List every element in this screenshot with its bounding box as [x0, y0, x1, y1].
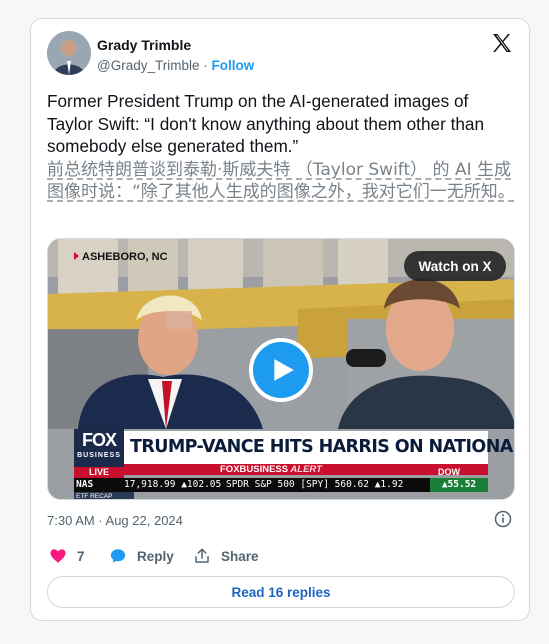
share-label: Share: [221, 548, 259, 564]
alert-word: ALERT: [290, 464, 322, 475]
tweet-card: Grady Trimble @Grady_Trimble · Follow Fo…: [30, 18, 530, 621]
spdr-values: SPDR S&P 500 [SPY] 560.62 ▲1.92: [226, 479, 404, 490]
reply-label: Reply: [137, 548, 174, 564]
reply-button[interactable]: Reply: [109, 547, 174, 565]
video-player[interactable]: ASHEBORO, NC Watch on X FOX BUSINESS LIV…: [47, 238, 515, 500]
tweet-translation: 前总统特朗普谈到泰勒·斯威夫特 （Taylor Swift） 的 AI 生成图像…: [47, 159, 525, 203]
tweet-timestamp[interactable]: 7:30 AM · Aug 22, 2024: [47, 513, 183, 528]
separator: ·: [203, 58, 208, 73]
fox-business-logo: FOX BUSINESS: [74, 429, 124, 467]
live-badge: LIVE: [74, 467, 124, 478]
fox-logo-text: FOX: [81, 430, 117, 450]
share-icon: [195, 548, 209, 563]
nas-label: NAS: [76, 479, 94, 490]
x-logo-icon[interactable]: [490, 31, 514, 55]
heart-icon: [50, 549, 66, 563]
info-icon[interactable]: [494, 510, 512, 528]
news-ticker: FOX BUSINESS LIVE TRUMP-VANCE HITS HARRI…: [48, 429, 514, 499]
stock-ticker: NAS 17,918.99 ▲102.05 SPDR S&P 500 [SPY]…: [74, 478, 488, 492]
watch-on-x-button[interactable]: Watch on X: [404, 251, 506, 281]
author-handle[interactable]: @Grady_Trimble: [97, 58, 199, 73]
alert-brand: FOXBUSINESS: [220, 464, 289, 475]
tweet-actions: 7 Reply Share: [47, 547, 507, 571]
play-icon: [274, 359, 294, 381]
location-tag: ASHEBORO, NC: [74, 251, 168, 263]
author-name[interactable]: Grady Trimble: [97, 37, 191, 53]
dow-label: DOW: [438, 467, 460, 477]
tweet-text: Former President Trump on the AI-generat…: [47, 91, 485, 156]
nas-values: 17,918.99 ▲102.05: [124, 479, 222, 490]
news-headline: TRUMP-VANCE HITS HARRIS ON NATIONAL SECU…: [124, 431, 514, 464]
author-meta: @Grady_Trimble · Follow: [97, 58, 254, 73]
likes-count: 7: [77, 548, 85, 564]
etf-recap-label: ETF RECAP: [74, 492, 134, 499]
reply-bubble-icon: [110, 549, 126, 563]
like-button[interactable]: 7: [49, 547, 85, 565]
read-replies-button[interactable]: Read 16 replies: [47, 576, 515, 608]
fox-logo-subtext: BUSINESS: [77, 452, 121, 459]
follow-button[interactable]: Follow: [212, 58, 255, 73]
avatar[interactable]: [47, 31, 91, 75]
dow-change: ▲55.52: [430, 478, 488, 492]
translation-text: 前总统特朗普谈到泰勒·斯威夫特 （Taylor Swift） 的 AI 生成图像…: [47, 160, 515, 202]
share-button[interactable]: Share: [193, 547, 259, 565]
alert-label: FOXBUSINESS ALERT: [220, 464, 322, 475]
play-button[interactable]: [249, 338, 313, 402]
